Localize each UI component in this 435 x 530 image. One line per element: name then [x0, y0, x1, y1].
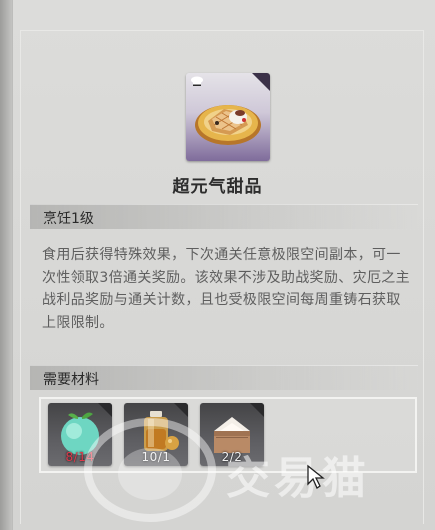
- rarity-corner: [252, 73, 270, 91]
- material-count-value: 10/1: [141, 450, 171, 464]
- material-count-value: 2/2: [221, 450, 243, 464]
- background-edge: [0, 0, 12, 530]
- materials-header: 需要材料: [30, 365, 418, 390]
- material-count: 2/2: [200, 450, 264, 464]
- cooking-level-header: 烹饪1级: [30, 204, 418, 229]
- item-icon-cake-plate: [186, 73, 270, 161]
- item-name: 超元气甜品: [172, 177, 263, 197]
- material-slot-honey-jar[interactable]: 10/1: [124, 403, 188, 466]
- materials-label: 需要材料: [43, 372, 99, 388]
- item-description: 食用后获得特殊效果，下次通关任意极限空间副本，可一次性领取3倍通关奖励。该效果不…: [42, 247, 411, 331]
- mouse-cursor-icon: [307, 464, 325, 489]
- material-count: 8/14: [48, 450, 112, 464]
- chef-hat-icon: [191, 76, 203, 86]
- cooking-level-label: 烹饪1级: [43, 211, 94, 227]
- material-count: 10/1: [124, 450, 188, 464]
- material-slot-flour-sack[interactable]: 2/2: [200, 403, 264, 466]
- material-slot-green-fruit[interactable]: 8/14: [48, 403, 112, 466]
- material-count-value: 8/14: [65, 450, 95, 464]
